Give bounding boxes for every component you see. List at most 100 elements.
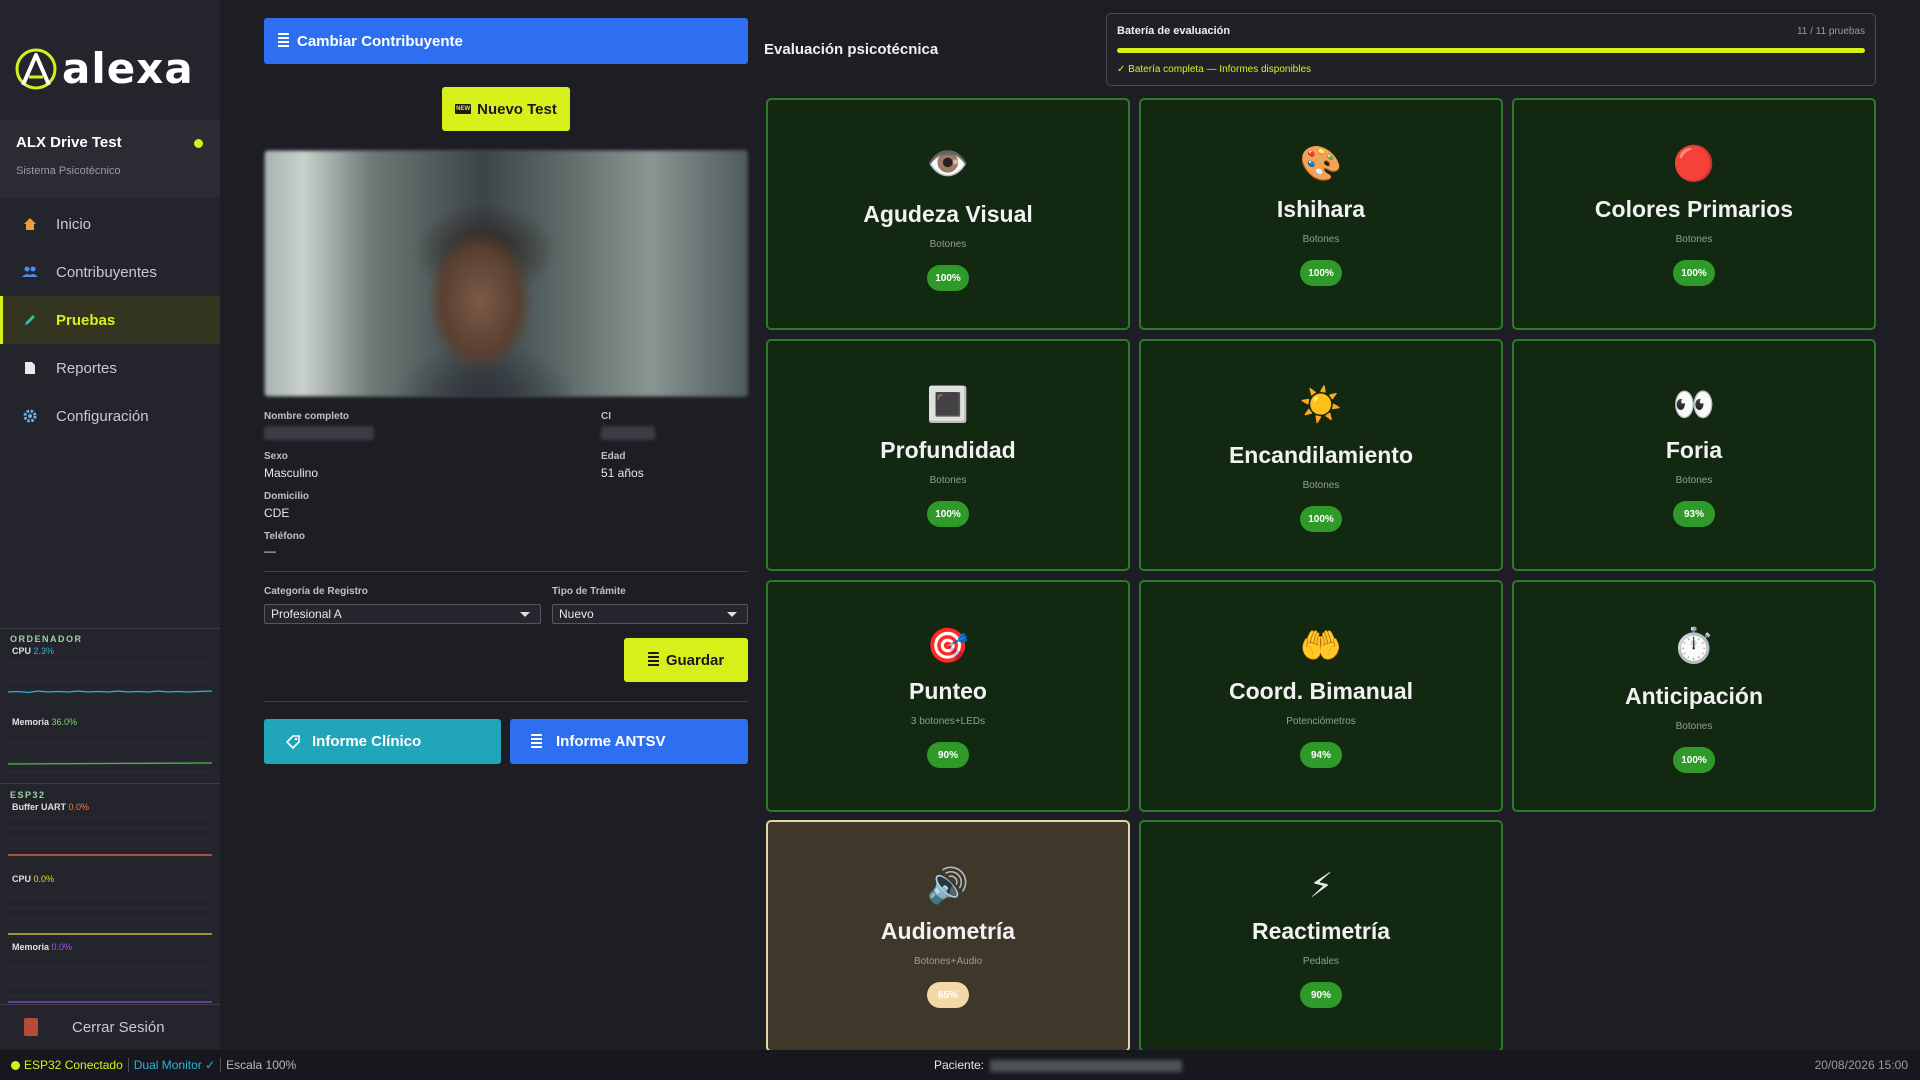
sidebar-item-label: Reportes [56, 359, 117, 377]
test-input: Botones [1675, 475, 1713, 486]
chevron-down-icon [727, 612, 737, 617]
test-icon: ⚡ [1309, 867, 1333, 905]
change-taxpayer-button[interactable]: Cambiar Contribuyente [264, 18, 748, 64]
logo-mark-icon [15, 48, 57, 89]
document-icon [647, 652, 659, 668]
test-card[interactable]: 🔳 Profundidad Botones 100% [766, 339, 1130, 571]
sex-label: Sexo [264, 451, 288, 462]
test-input: 3 botones+LEDs [910, 716, 986, 727]
test-icon: 🔴 [1672, 145, 1716, 183]
test-card[interactable]: 🔴 Colores Primarios Botones 100% [1512, 98, 1876, 330]
test-card[interactable]: 🔊 Audiometría Botones+Audio 65% [766, 820, 1130, 1052]
monitor-section-esp32: ESP32 [10, 790, 46, 800]
score-badge: 90% [1300, 982, 1342, 1008]
test-icon: 🎯 [926, 627, 970, 665]
buffer-chart [8, 817, 212, 856]
antsv-report-button[interactable]: Informe ANTSV [510, 719, 748, 764]
sidebar-item-configuracion[interactable]: Configuración [0, 392, 220, 440]
app-subtitle: Sistema Psicotécnico [16, 165, 121, 177]
sidebar-item-pruebas[interactable]: Pruebas [0, 296, 220, 344]
document-icon [22, 360, 38, 376]
connection-dot [194, 139, 203, 148]
test-card[interactable]: ⏱️ Anticipación Botones 100% [1512, 580, 1876, 812]
monitor-esp-cpu: CPU 0.0% [12, 874, 55, 884]
sidebar-item-contribuyentes[interactable]: Contribuyentes [0, 248, 220, 296]
evaluation-title: Evaluación psicotécnica [764, 41, 939, 58]
category-select[interactable]: Profesional A [264, 604, 541, 624]
users-icon [22, 264, 38, 280]
sidebar-item-label: Contribuyentes [56, 263, 157, 281]
score-badge: 100% [1300, 260, 1342, 286]
test-card[interactable]: 🎯 Punteo 3 botones+LEDs 90% [766, 580, 1130, 812]
sidebar-nav: Inicio Contribuyentes Pruebas Reportes C… [0, 200, 220, 440]
test-name: Colores Primarios [1594, 196, 1794, 222]
score-badge: 90% [927, 742, 969, 768]
test-input: Botones [1302, 234, 1340, 245]
monitor-esp-memory: Memoria 0.0% [12, 942, 73, 952]
battery-status: ✓ Batería completa — Informes disponible… [1117, 64, 1312, 75]
test-name: Audiometría [880, 918, 1016, 944]
divider [0, 628, 220, 629]
test-name: Profundidad [880, 437, 1016, 463]
test-name: Coord. Bimanual [1228, 678, 1413, 704]
test-card[interactable]: 👁️ Agudeza Visual Botones 100% [766, 98, 1130, 330]
name-label: Nombre completo [264, 411, 350, 422]
score-badge: 100% [1300, 506, 1342, 532]
clinical-report-button[interactable]: Informe Clínico [264, 719, 501, 764]
score-badge: 100% [1673, 747, 1715, 773]
category-value: Profesional A [271, 607, 342, 621]
system-monitor: ORDENADOR CPU 2.3% Memoria 36.0% [0, 634, 220, 773]
test-card[interactable]: 🤲 Coord. Bimanual Potenciómetros 94% [1139, 580, 1503, 812]
save-button[interactable]: Guardar [624, 638, 748, 682]
test-card[interactable]: ⚡ Reactimetría Pedales 90% [1139, 820, 1503, 1052]
logout-button[interactable]: Cerrar Sesión [22, 1018, 165, 1036]
door-icon [24, 1018, 38, 1036]
divider [220, 1058, 222, 1072]
divider [127, 1058, 129, 1072]
app-name: ALX Drive Test [16, 134, 122, 151]
test-card[interactable]: ☀️ Encandilamiento Botones 100% [1139, 339, 1503, 571]
test-icon: 🔳 [926, 386, 970, 424]
divider [0, 783, 220, 784]
memory-chart [8, 741, 212, 773]
antsv-report-label: Informe ANTSV [556, 733, 666, 750]
new-test-button[interactable]: NEW Nuevo Test [442, 87, 570, 131]
new-test-label: Nuevo Test [477, 100, 557, 118]
esp-cpu-chart [8, 897, 212, 935]
dual-monitor-status: Dual Monitor ✓ [133, 1058, 216, 1072]
test-card[interactable]: 🎨 Ishihara Botones 100% [1139, 98, 1503, 330]
logout-label: Cerrar Sesión [72, 1018, 165, 1036]
score-badge: 94% [1300, 742, 1342, 768]
sidebar: alexa ALX Drive Test Sistema Psicotécnic… [0, 0, 220, 1050]
category-label: Categoría de Registro [264, 586, 368, 597]
test-input: Botones+Audio [913, 956, 983, 967]
save-label: Guardar [665, 651, 725, 669]
sidebar-item-inicio[interactable]: Inicio [0, 200, 220, 248]
cpu-chart [8, 661, 212, 694]
esp-status: ESP32 Conectado [24, 1058, 123, 1072]
score-badge: 100% [927, 265, 969, 291]
test-name: Foria [1665, 437, 1723, 463]
test-card[interactable]: 👀 Foria Botones 93% [1512, 339, 1876, 571]
test-input: Botones [1675, 234, 1713, 245]
sidebar-item-reportes[interactable]: Reportes [0, 344, 220, 392]
patient-name-redacted [990, 1060, 1182, 1072]
score-badge: 100% [927, 501, 969, 527]
clinical-report-label: Informe Clínico [312, 733, 422, 750]
document-icon [278, 33, 289, 49]
procedure-value: Nuevo [559, 607, 594, 621]
test-icon: 👀 [1672, 386, 1716, 424]
test-name: Anticipación [1624, 683, 1763, 709]
test-icon: 👁️ [926, 145, 970, 183]
test-input: Botones [929, 475, 967, 486]
camera-preview [264, 150, 748, 397]
procedure-select[interactable]: Nuevo [552, 604, 748, 624]
home-icon [22, 216, 38, 232]
battery-progress-bar [1117, 48, 1865, 53]
test-icon: ☀️ [1299, 386, 1343, 424]
test-name: Ishihara [1276, 196, 1366, 222]
logo-text: alexa [62, 44, 194, 93]
test-name: Punteo [909, 678, 987, 704]
battery-count: 11 / 11 pruebas [1796, 26, 1865, 37]
score-badge: 65% [927, 982, 969, 1008]
